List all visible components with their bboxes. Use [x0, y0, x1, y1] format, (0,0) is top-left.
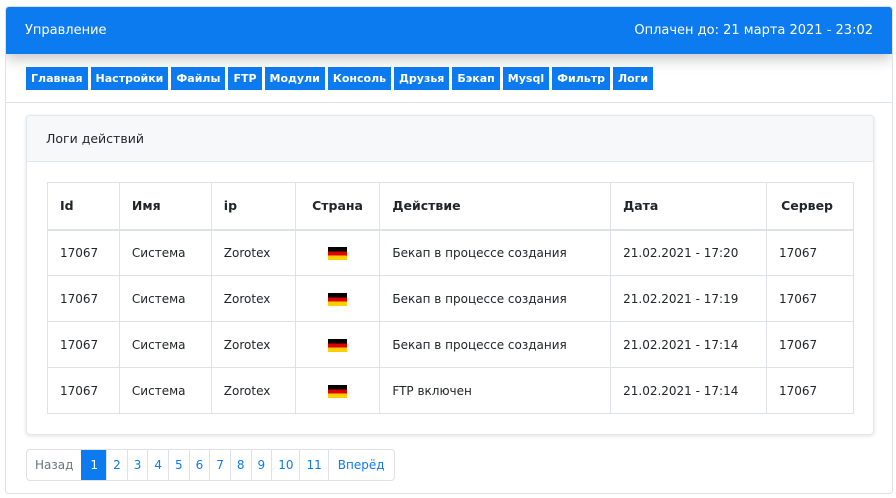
tab-friends[interactable]: Друзья	[394, 67, 450, 90]
cell-action: Бекап в процессе создания	[379, 275, 612, 322]
col-name[interactable]: Имя	[118, 182, 212, 231]
cell-date: 21.02.2021 - 17:19	[610, 275, 767, 322]
col-server[interactable]: Сервер	[765, 182, 855, 231]
table-header-row: Id Имя ip Страна Действие Дата Сервер	[47, 182, 855, 231]
page-3-button[interactable]: 3	[126, 450, 148, 480]
col-country[interactable]: Страна	[294, 182, 381, 231]
table-row: 17067 Система Zorotex Бекап в процессе с…	[47, 275, 855, 322]
cell-server: 17067	[765, 367, 855, 414]
cell-action: Бекап в процессе создания	[379, 321, 612, 368]
cell-ip: Zorotex	[210, 275, 296, 322]
col-id[interactable]: Id	[47, 182, 120, 231]
page-11-button[interactable]: 11	[299, 450, 327, 480]
nav-tabs: Главная Настройки Файлы FTP Модули Консо…	[26, 67, 654, 90]
pagination-prev-button[interactable]: Назад	[27, 450, 81, 480]
col-date[interactable]: Дата	[610, 182, 767, 231]
cell-country	[294, 321, 381, 368]
page-8-button[interactable]: 8	[229, 450, 251, 480]
pagination-next-button[interactable]: Вперёд	[327, 450, 394, 480]
tab-home[interactable]: Главная	[26, 67, 88, 90]
cell-name: Система	[118, 275, 212, 322]
cell-country	[294, 275, 381, 322]
cell-date: 21.02.2021 - 17:14	[610, 367, 767, 414]
cell-id: 17067	[47, 367, 120, 414]
top-header: Управление Оплачен до: 21 марта 2021 - 2…	[6, 7, 892, 54]
germany-flag-icon	[328, 292, 348, 306]
cell-name: Система	[118, 229, 212, 276]
tab-settings[interactable]: Настройки	[90, 67, 169, 90]
table-row: 17067 Система Zorotex Бекап в процессе с…	[47, 321, 855, 368]
page-2-button[interactable]: 2	[106, 450, 127, 480]
table-row: 17067 Система Zorotex FTP включен 21.02.…	[47, 367, 855, 414]
page-5-button[interactable]: 5	[167, 450, 189, 480]
table-row: 17067 Система Zorotex Бекап в процессе с…	[47, 229, 855, 276]
tab-modules[interactable]: Модули	[264, 67, 325, 90]
paid-until-text: Оплачен до: 21 марта 2021 - 23:02	[634, 23, 873, 38]
cell-server: 17067	[765, 275, 855, 322]
germany-flag-icon	[328, 384, 348, 398]
cell-id: 17067	[47, 321, 120, 368]
cell-action: Бекап в процессе создания	[379, 229, 612, 276]
header-title: Управление	[25, 23, 107, 38]
pagination: Назад 1 2 3 4 5 6 7 8 9 10 11 Вперёд	[26, 449, 395, 481]
cell-name: Система	[118, 367, 212, 414]
tab-console[interactable]: Консоль	[327, 67, 392, 90]
logs-table: Id Имя ip Страна Действие Дата Сервер 17…	[47, 182, 855, 414]
cell-id: 17067	[47, 229, 120, 276]
tab-mysql[interactable]: Mysql	[502, 67, 550, 90]
page-4-button[interactable]: 4	[147, 450, 168, 480]
tab-files[interactable]: Файлы	[171, 67, 226, 90]
cell-action: FTP включен	[379, 367, 612, 414]
page-7-button[interactable]: 7	[209, 450, 230, 480]
germany-flag-icon	[328, 338, 348, 352]
tab-ftp[interactable]: FTP	[228, 67, 262, 90]
logs-card: Логи действий Id Имя ip Страна Действие …	[26, 115, 874, 435]
page-6-button[interactable]: 6	[188, 450, 210, 480]
page-9-button[interactable]: 9	[250, 450, 272, 480]
cell-ip: Zorotex	[210, 229, 296, 276]
tab-backup[interactable]: Бэкап	[452, 67, 500, 90]
cell-date: 21.02.2021 - 17:20	[610, 229, 767, 276]
tab-filter[interactable]: Фильтр	[552, 67, 610, 90]
tab-logs[interactable]: Логи	[612, 67, 654, 90]
cell-country	[294, 229, 381, 276]
cell-date: 21.02.2021 - 17:14	[610, 321, 767, 368]
cell-ip: Zorotex	[210, 367, 296, 414]
cell-name: Система	[118, 321, 212, 368]
col-action[interactable]: Действие	[379, 182, 612, 231]
cell-country	[294, 367, 381, 414]
panel-frame: Управление Оплачен до: 21 марта 2021 - 2…	[5, 6, 893, 494]
cell-server: 17067	[765, 229, 855, 276]
germany-flag-icon	[328, 246, 348, 260]
divider	[6, 102, 892, 103]
cell-ip: Zorotex	[210, 321, 296, 368]
cell-server: 17067	[765, 321, 855, 368]
col-ip[interactable]: ip	[210, 182, 296, 231]
page-1-button[interactable]: 1	[81, 450, 107, 480]
page-10-button[interactable]: 10	[271, 450, 299, 480]
cell-id: 17067	[47, 275, 120, 322]
card-title: Логи действий	[27, 116, 873, 162]
